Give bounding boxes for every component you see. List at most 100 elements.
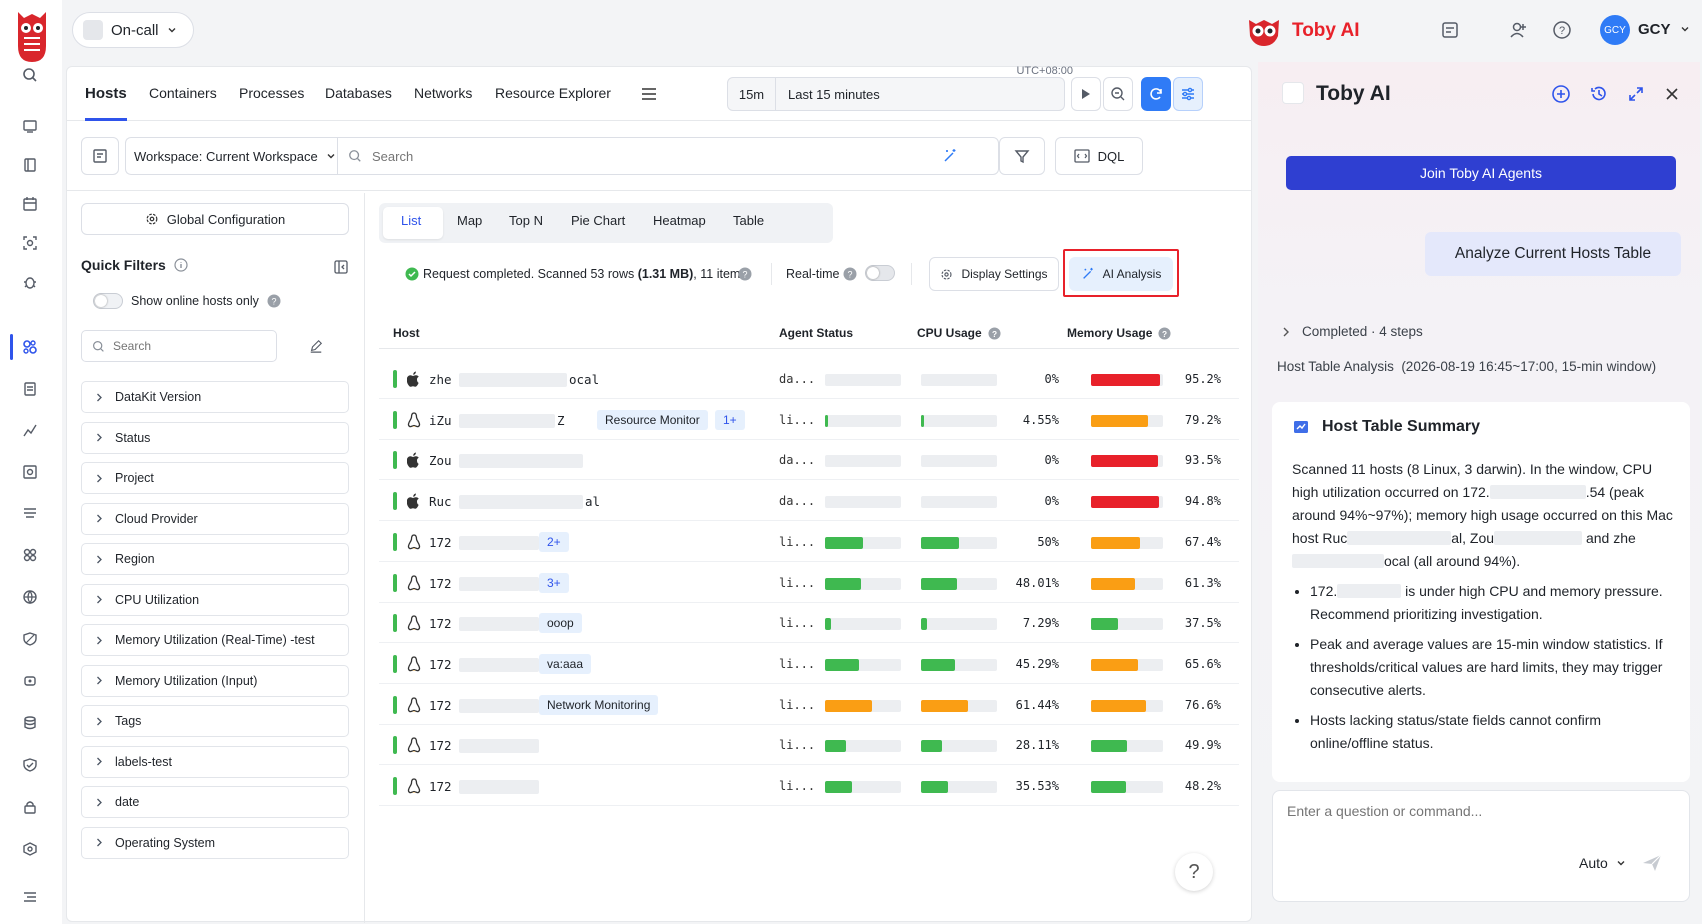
table-row[interactable]: 172 Network Monitoring li... 61.44% 76.6% [379, 685, 1239, 725]
facet-item[interactable]: Cloud Provider [81, 502, 349, 535]
user-avatar[interactable]: GCY [1600, 15, 1630, 45]
toby-owl-icon[interactable] [1246, 14, 1282, 48]
host-tag[interactable]: Network Monitoring [539, 694, 659, 715]
join-agents-button[interactable]: Join Toby AI Agents [1286, 156, 1676, 190]
settings-icon[interactable] [19, 670, 41, 692]
realtime-toggle[interactable] [865, 265, 895, 281]
help-icon[interactable]: ? [1552, 20, 1572, 40]
view-tab-table[interactable]: Table [733, 213, 764, 228]
notes-icon[interactable] [1440, 20, 1460, 40]
facet-item[interactable]: date [81, 786, 349, 818]
refresh-button[interactable] [1141, 77, 1171, 111]
view-tab-heatmap[interactable]: Heatmap [653, 213, 706, 228]
header-cpu-usage[interactable]: CPU Usage? [917, 326, 1001, 340]
tab-resource-explorer[interactable]: Resource Explorer [495, 85, 611, 101]
table-row[interactable]: 172 ooop li... 7.29% 37.5% [379, 603, 1239, 644]
chat-input[interactable] [1287, 803, 1677, 843]
facet-item[interactable]: Memory Utilization (Input) [81, 664, 349, 697]
facet-item[interactable]: Region [81, 543, 349, 575]
facet-item[interactable]: Tags [81, 705, 349, 737]
info-icon[interactable] [174, 258, 188, 272]
monitor-icon[interactable] [19, 115, 41, 137]
more-tags-badge[interactable]: 3+ [539, 572, 569, 593]
apps-icon[interactable] [19, 544, 41, 566]
table-row[interactable]: 172 va:aaa li... 45.29% 65.6% [379, 644, 1239, 684]
history-icon[interactable] [1589, 84, 1609, 104]
add-user-icon[interactable] [1508, 20, 1528, 40]
shield-icon[interactable] [19, 628, 41, 650]
help-icon[interactable]: ? [843, 267, 857, 281]
hamburger-icon[interactable] [641, 87, 657, 101]
help-float-button[interactable]: ? [1175, 853, 1213, 891]
play-button[interactable] [1071, 77, 1101, 111]
expand-icon[interactable] [1627, 85, 1645, 103]
lock-icon[interactable] [19, 796, 41, 818]
book-icon[interactable] [19, 154, 41, 176]
host-tag[interactable]: Resource Monitor [597, 409, 708, 430]
hex-icon[interactable] [19, 838, 41, 860]
header-host[interactable]: Host [393, 326, 420, 340]
host-name-prefix[interactable]: 172 [429, 779, 452, 794]
new-chat-icon[interactable] [1551, 84, 1571, 104]
collapse-panel-icon[interactable] [333, 259, 349, 275]
host-name-prefix[interactable]: 172 [429, 698, 452, 713]
table-row[interactable]: 172 li... 35.53% 48.2% [379, 766, 1239, 806]
host-name-prefix[interactable]: 172 [429, 738, 452, 753]
menu-icon[interactable] [19, 886, 41, 908]
table-row[interactable]: Zou da... 0% 93.5% [379, 440, 1239, 481]
table-row[interactable]: 172 li... 28.11% 49.9% [379, 725, 1239, 766]
host-name-prefix[interactable]: 172 [429, 535, 452, 550]
facet-item[interactable]: labels-test [81, 745, 349, 778]
mode-select[interactable]: Auto [1579, 855, 1626, 871]
host-name-suffix[interactable]: Z [557, 413, 565, 428]
online-only-toggle[interactable] [93, 293, 123, 309]
users-icon[interactable] [19, 336, 41, 358]
dql-button[interactable]: DQL [1055, 137, 1143, 175]
calendar-icon[interactable] [19, 193, 41, 215]
help-icon[interactable]: ? [738, 267, 752, 281]
close-icon[interactable] [1664, 86, 1680, 102]
table-row[interactable]: 172 2+ li... 50% 67.4% [379, 522, 1239, 562]
zoom-out-button[interactable] [1103, 77, 1133, 111]
facet-search-input[interactable] [113, 339, 263, 353]
view-tab-map[interactable]: Map [457, 213, 482, 228]
more-tags-badge[interactable]: 2+ [539, 531, 569, 552]
view-tab-top-n[interactable]: Top N [509, 213, 543, 228]
facet-item[interactable]: Status [81, 421, 349, 454]
tab-networks[interactable]: Networks [414, 85, 472, 101]
list-icon[interactable] [19, 502, 41, 524]
facet-item[interactable]: CPU Utilization [81, 583, 349, 616]
header-memory-usage[interactable]: Memory Usage? [1067, 326, 1171, 340]
facet-search-field[interactable] [81, 330, 277, 362]
table-row[interactable]: iZu Z Resource Monitor 1+ li... 4.55% 79.2% [379, 400, 1239, 440]
workspace-select[interactable]: Workspace: Current Workspace [125, 137, 337, 175]
send-icon[interactable] [1641, 853, 1663, 873]
display-settings-button[interactable]: Display Settings [929, 257, 1059, 291]
edit-icon[interactable] [309, 339, 323, 353]
owl-logo-icon[interactable] [14, 6, 50, 64]
shield-check-icon[interactable] [19, 754, 41, 776]
user-name[interactable]: GCY [1638, 21, 1671, 38]
filter-button[interactable] [999, 137, 1045, 175]
steps-completed-row[interactable]: Completed · 4 steps [1282, 324, 1423, 339]
search-icon[interactable] [19, 64, 41, 86]
facet-item[interactable]: Project [81, 462, 349, 494]
magic-wand-icon[interactable] [942, 148, 958, 164]
table-row[interactable]: Ruc al da... 0% 94.8% [379, 481, 1239, 522]
host-name-prefix[interactable]: Ruc [429, 494, 452, 509]
host-name-suffix[interactable]: ocal [569, 372, 599, 387]
user-chevron-icon[interactable] [1680, 24, 1690, 34]
host-name-prefix[interactable]: 172 [429, 616, 452, 631]
table-row[interactable]: zhe ocal da... 0% 95.2% [379, 359, 1239, 399]
view-tab-pie-chart[interactable]: Pie Chart [571, 213, 625, 228]
settings-sliders-button[interactable] [1173, 77, 1203, 111]
time-quick[interactable]: 15m [728, 78, 776, 110]
facet-item[interactable]: Operating System [81, 826, 349, 859]
host-name-prefix[interactable]: 172 [429, 576, 452, 591]
search-field[interactable] [337, 137, 999, 175]
oncall-dropdown[interactable]: On-call [72, 12, 194, 48]
chart-icon[interactable] [19, 419, 41, 441]
tab-containers[interactable]: Containers [149, 85, 217, 101]
host-name-prefix[interactable]: 172 [429, 657, 452, 672]
global-config-button[interactable]: Global Configuration [81, 203, 349, 235]
